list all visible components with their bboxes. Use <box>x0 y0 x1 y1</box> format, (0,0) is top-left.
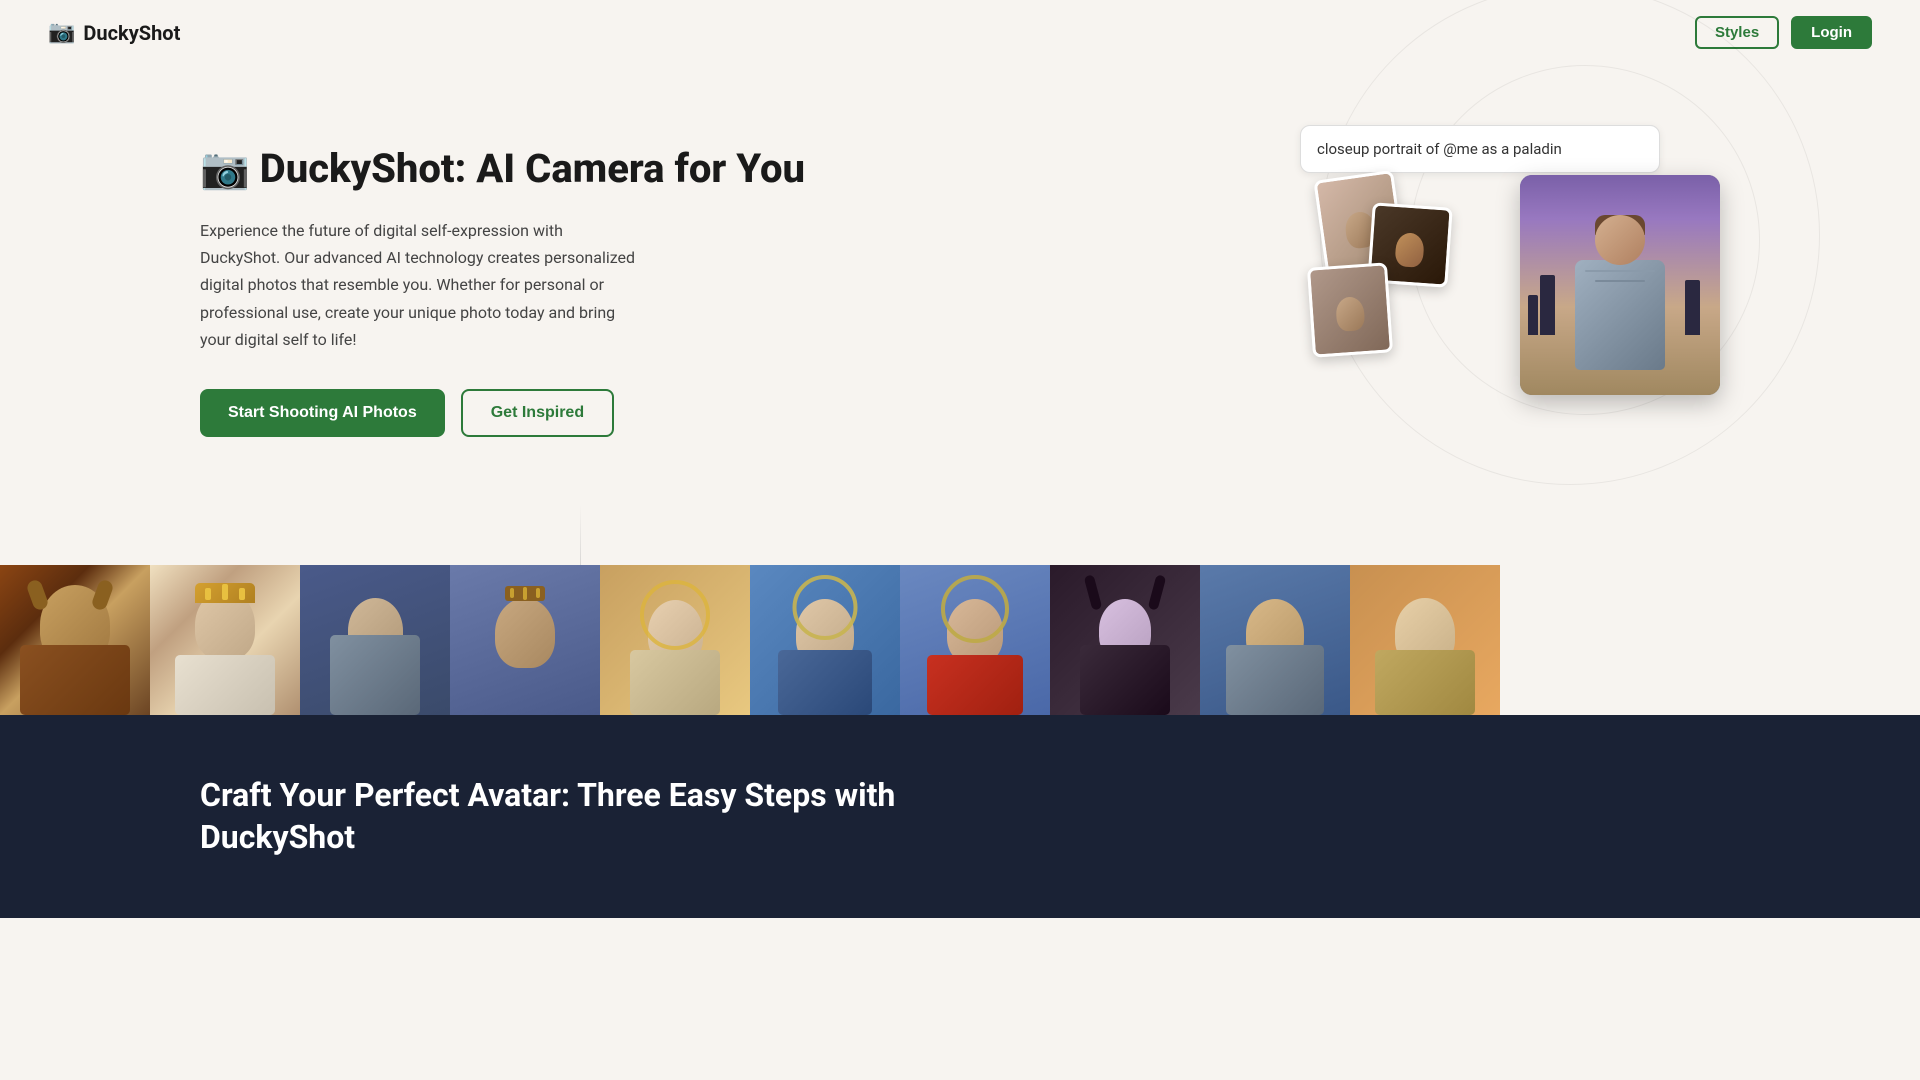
gallery-item <box>150 565 300 715</box>
demo-container: closeup portrait of @me as a paladin <box>1300 125 1720 445</box>
hero-title-brand: DuckyShot <box>260 145 455 192</box>
gallery-item <box>750 565 900 715</box>
login-button[interactable]: Login <box>1791 16 1872 49</box>
demo-prompt-input[interactable]: closeup portrait of @me as a paladin <box>1300 125 1660 173</box>
logo-icon: 📷 <box>48 20 75 45</box>
hero-right: closeup portrait of @me as a paladin <box>1300 125 1720 445</box>
gallery-item <box>600 565 750 715</box>
logo: 📷 DuckyShot <box>48 20 180 45</box>
gallery-item <box>300 565 450 715</box>
bottom-title: Craft Your Perfect Avatar: Three Easy St… <box>200 775 1720 858</box>
hero-description: Experience the future of digital self-ex… <box>200 217 640 353</box>
get-inspired-button[interactable]: Get Inspired <box>461 389 614 437</box>
gallery-item <box>900 565 1050 715</box>
hero-title: 📷 DuckyShot: AI Camera for You <box>200 145 1240 193</box>
gallery-item <box>450 565 600 715</box>
gallery-item <box>1050 565 1200 715</box>
hero-title-suffix: : AI Camera for You <box>455 145 805 192</box>
hero-buttons: Start Shooting AI Photos Get Inspired <box>200 389 1240 437</box>
gallery-strip <box>0 565 1920 715</box>
bottom-section: Craft Your Perfect Avatar: Three Easy St… <box>0 715 1920 918</box>
bottom-title-line1: Craft Your Perfect Avatar: Three Easy St… <box>200 776 895 814</box>
bottom-title-line2: DuckyShot <box>200 818 355 856</box>
gallery-item <box>1350 565 1500 715</box>
start-shooting-button[interactable]: Start Shooting AI Photos <box>200 389 445 437</box>
hero-section: 📷 DuckyShot: AI Camera for You Experienc… <box>0 65 1920 545</box>
hero-left: 📷 DuckyShot: AI Camera for You Experienc… <box>200 125 1300 437</box>
gallery-item <box>1200 565 1350 715</box>
gallery-item <box>0 565 150 715</box>
hero-title-icon: 📷 <box>200 145 250 192</box>
demo-generated-image <box>1520 175 1720 395</box>
demo-photo-3 <box>1307 262 1393 357</box>
logo-text: DuckyShot <box>83 21 180 45</box>
demo-photos-stack <box>1300 175 1440 375</box>
